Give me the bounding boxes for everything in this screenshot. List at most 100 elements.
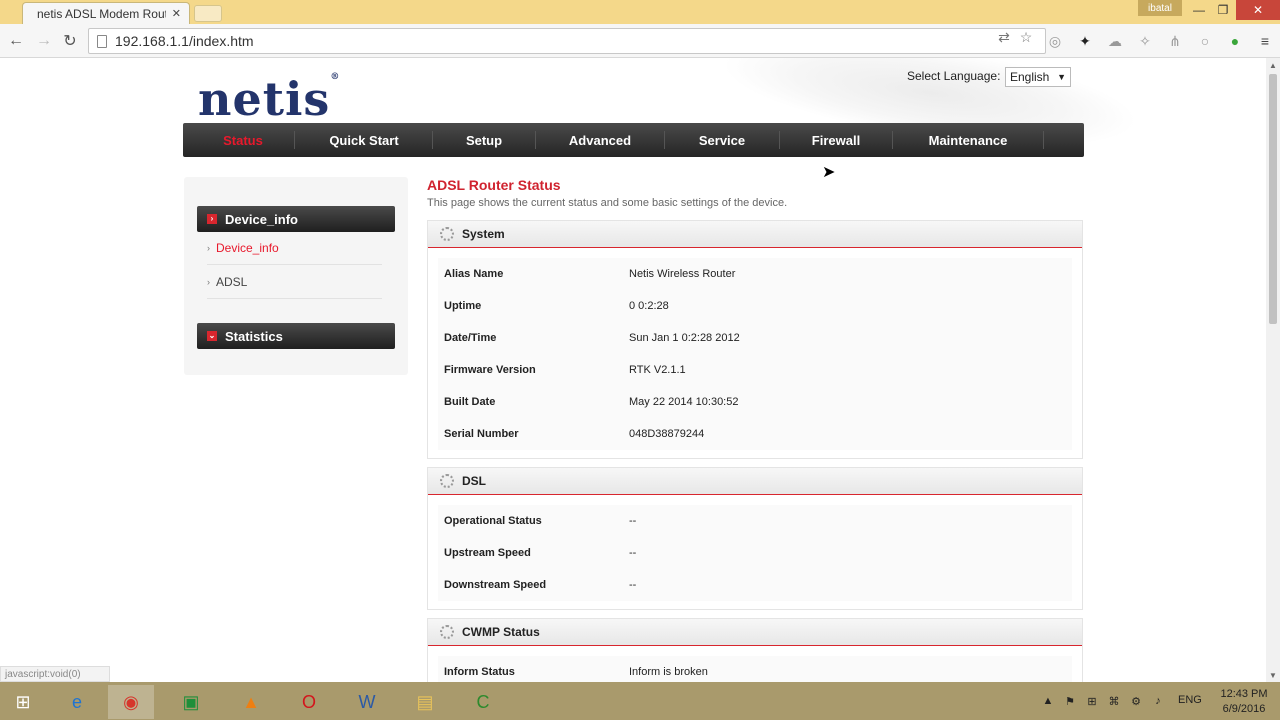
clock-date: 6/9/2016 (1222, 703, 1266, 715)
sidebar-item-label: Device_info (216, 240, 279, 255)
nav-divider (892, 131, 893, 149)
clock-time: 12:43 PM (1220, 688, 1268, 700)
info-table: Operational Status -- Upstream Speed -- Do… (438, 505, 1072, 601)
language-label: Select Language: (907, 69, 1001, 83)
dsl-section: DSL Operational Status -- Upstream Speed -… (427, 467, 1083, 610)
scroll-down-icon[interactable]: ▼ (1266, 668, 1280, 682)
forward-arrow-icon[interactable]: → (34, 31, 54, 51)
nav-divider (432, 131, 433, 149)
scroll-thumb[interactable] (1269, 74, 1277, 324)
table-row: Inform Status Inform is broken (444, 666, 708, 678)
sidebar: › Device_info › Device_info › ADSL ⌄ Sta… (184, 177, 408, 375)
section-header: CWMP Status (428, 619, 1082, 646)
main-nav: Status Quick Start Setup Advanced Servic… (183, 123, 1084, 157)
sidebar-item-label: ADSL (216, 274, 248, 289)
dropdown-arrow-icon: ▼ (1057, 72, 1066, 82)
extension-person-icon[interactable]: ✦ (1076, 32, 1094, 50)
minimize-button[interactable]: — (1186, 0, 1212, 20)
tab-close-icon[interactable]: ✕ (172, 7, 181, 20)
nav-advanced[interactable]: Advanced (537, 123, 663, 157)
scroll-up-icon[interactable]: ▲ (1266, 58, 1280, 72)
back-arrow-icon[interactable]: ← (6, 31, 26, 51)
collapse-arrow-icon: › (207, 214, 217, 224)
volume-icon[interactable]: ♪ (1150, 693, 1166, 709)
table-row: Upstream Speed -- (444, 547, 637, 559)
chrome-menu-icon[interactable]: ≡ (1256, 32, 1274, 50)
nav-setup[interactable]: Setup (434, 123, 534, 157)
sidebar-group-statistics[interactable]: ⌄ Statistics (197, 323, 395, 349)
input-language[interactable]: ENG (1178, 694, 1202, 706)
sidebar-item-adsl[interactable]: › ADSL (207, 265, 382, 299)
profile-badge[interactable]: ibatal (1138, 0, 1182, 16)
nav-divider (294, 131, 295, 149)
table-row: Uptime 0 0:2:28 (444, 300, 669, 312)
extension-cloud-icon[interactable]: ☁ (1106, 32, 1124, 50)
sidebar-group-device-info[interactable]: › Device_info (197, 206, 395, 232)
system-clock[interactable]: 12:43 PM 6/9/2016 (1216, 687, 1272, 717)
browser-tab[interactable]: netis ADSL Modem Route ✕ (22, 2, 190, 24)
nav-divider (779, 131, 780, 149)
bullet-arrow-icon: › (207, 242, 210, 253)
translate-icon[interactable]: ⇄ (996, 29, 1012, 45)
nav-service[interactable]: Service (666, 123, 778, 157)
extension-green-icon[interactable]: ● (1226, 32, 1244, 50)
nav-status[interactable]: Status (193, 123, 293, 157)
camtasia-icon[interactable]: C (460, 685, 506, 719)
tray-devices-icon[interactable]: ⚙ (1128, 693, 1144, 709)
browser-toolbar: ← → ↻ 192.168.1.1/index.htm ⇄ ☆ ◎ ✦ ☁ ✧ … (0, 24, 1280, 58)
windows-start-icon[interactable]: ⊞ (0, 685, 46, 719)
tray-network-icon[interactable]: ⌘ (1106, 693, 1122, 709)
tray-windows-icon[interactable]: ⊞ (1084, 693, 1100, 709)
table-row: Firmware Version RTK V2.1.1 (444, 364, 686, 376)
info-table: Inform Status Inform is broken (438, 656, 1072, 682)
gear-icon (440, 625, 454, 639)
reload-icon[interactable]: ↻ (60, 31, 80, 51)
sidebar-item-device-info[interactable]: › Device_info (207, 231, 382, 265)
extension-circle-icon[interactable]: ◎ (1046, 32, 1064, 50)
system-section: System Alias Name Netis Wireless Router U… (427, 220, 1083, 459)
store-icon[interactable]: ▣ (168, 685, 214, 719)
nav-firewall[interactable]: Firewall (781, 123, 891, 157)
opera-icon[interactable]: O (286, 685, 332, 719)
table-row: Built Date May 22 2014 10:30:52 (444, 396, 739, 408)
bullet-arrow-icon: › (207, 276, 210, 287)
tray-expand-icon[interactable]: ▲ (1040, 693, 1056, 709)
table-row: Serial Number 048D38879244 (444, 428, 705, 440)
word-icon[interactable]: W (344, 685, 390, 719)
page-description: This page shows the current status and s… (427, 197, 788, 209)
file-explorer-icon[interactable]: ▤ (402, 685, 448, 719)
address-bar[interactable]: 192.168.1.1/index.htm (88, 28, 1046, 54)
bookmark-star-icon[interactable]: ☆ (1018, 29, 1034, 45)
browser-titlebar: netis ADSL Modem Route ✕ ibatal — ❐ ✕ (0, 0, 1280, 24)
window-close-button[interactable]: ✕ (1236, 0, 1280, 20)
expand-arrow-icon: ⌄ (207, 331, 217, 341)
nav-divider (1043, 131, 1044, 149)
table-row: Downstream Speed -- (444, 579, 637, 591)
table-row: Alias Name Netis Wireless Router (444, 268, 736, 280)
nav-maintenance[interactable]: Maintenance (894, 123, 1042, 157)
language-select[interactable]: English ▼ (1005, 67, 1071, 87)
page-title: ADSL Router Status (427, 177, 561, 193)
vlc-icon[interactable]: ▲ (228, 685, 274, 719)
gear-icon (440, 474, 454, 488)
new-tab-button[interactable] (194, 5, 222, 22)
windows-taskbar: ⊞ e ◉ ▣ ▲ O W ▤ C ▲ ⚑ ⊞ ⌘ ⚙ ♪ ENG 12:43 … (0, 682, 1280, 720)
page-scrollbar[interactable]: ▲ ▼ (1266, 58, 1280, 682)
internet-explorer-icon[interactable]: e (54, 685, 100, 719)
router-page: netis® Select Language: English ▼ Status… (0, 58, 1266, 682)
extension-sliders-icon[interactable]: ⋔ (1166, 32, 1184, 50)
cwmp-section: CWMP Status Inform Status Inform is broke… (427, 618, 1083, 682)
restore-button[interactable]: ❐ (1210, 0, 1236, 20)
sidebar-group-label: Device_info (225, 211, 298, 227)
url-text[interactable]: 192.168.1.1/index.htm (115, 33, 254, 49)
netis-logo: netis® (198, 72, 341, 126)
nav-quick-start[interactable]: Quick Start (297, 123, 431, 157)
table-row: Operational Status -- (444, 515, 637, 527)
browser-status-bar: javascript:void(0) (0, 666, 110, 682)
tray-flag-icon[interactable]: ⚑ (1062, 693, 1078, 709)
extension-ring-icon[interactable]: ○ (1196, 32, 1214, 50)
chrome-taskbar-icon[interactable]: ◉ (108, 685, 154, 719)
extension-puzzle-icon[interactable]: ✧ (1136, 32, 1154, 50)
section-title: DSL (462, 474, 486, 488)
nav-divider (535, 131, 536, 149)
